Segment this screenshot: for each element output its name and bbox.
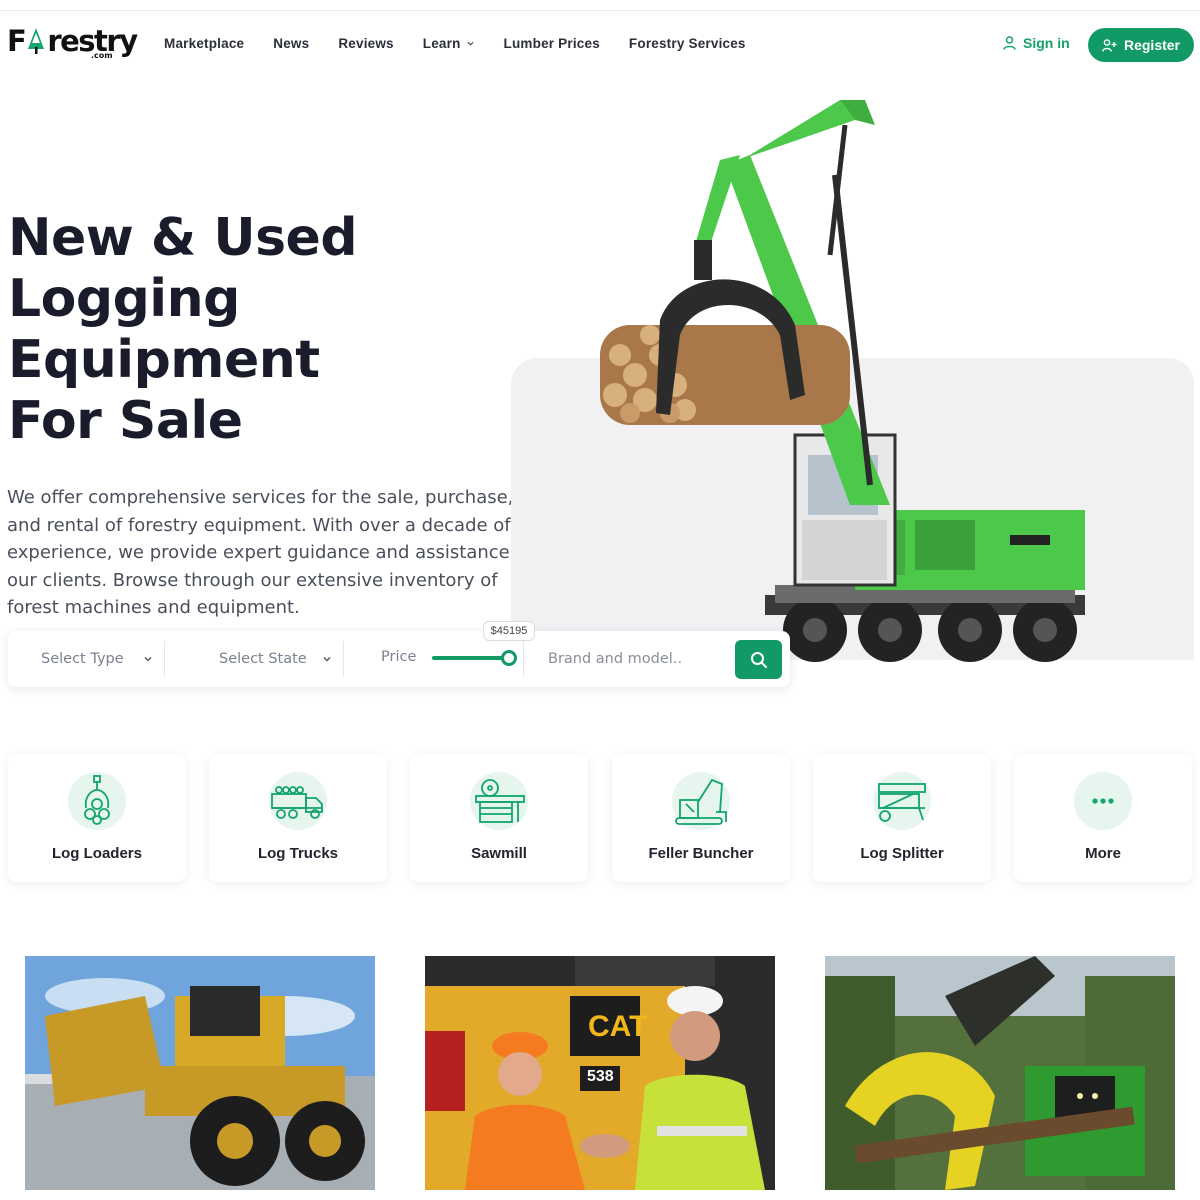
nav-learn[interactable]: Learn (423, 36, 475, 51)
category-label: Log Trucks (257, 845, 339, 862)
forestry-logo[interactable]: F restry .com (7, 24, 138, 64)
register-button[interactable]: Register (1088, 28, 1194, 62)
logo-letter-f: F (7, 24, 27, 58)
tree-logo-icon (28, 28, 45, 54)
add-user-icon (1102, 38, 1117, 52)
cat-logo-text: CAT (588, 1010, 648, 1043)
logo-domain-suffix: .com (91, 51, 113, 60)
brand-model-input[interactable] (548, 643, 728, 675)
category-label: More (1085, 845, 1121, 862)
search-button[interactable] (735, 640, 782, 679)
search-divider (164, 641, 165, 677)
hero-title: New & Used Logging Equipment For Sale (8, 208, 358, 451)
nav-marketplace[interactable]: Marketplace (164, 36, 244, 51)
category-label: Log Splitter (860, 845, 944, 862)
forest-harvester-photo[interactable] (825, 956, 1175, 1190)
log-loader-icon (84, 775, 110, 825)
search-divider (523, 641, 524, 677)
more-dots-icon (1092, 798, 1114, 804)
sign-in-label: Sign in (1023, 35, 1070, 51)
select-state-dropdown[interactable]: Select State (219, 631, 349, 687)
price-value-tooltip: $45195 (483, 621, 535, 641)
price-slider-handle[interactable] (501, 650, 517, 666)
chevron-down-icon (144, 657, 152, 662)
category-label: Sawmill (471, 845, 527, 862)
select-type-placeholder: Select Type (41, 651, 124, 667)
category-cards: Log Loaders Log Trucks Sawmill Feller Bu… (8, 754, 1194, 882)
material-handler-machine-image (600, 100, 1085, 662)
category-label: Log Loaders (51, 845, 142, 862)
skidder-photo[interactable] (25, 956, 375, 1190)
sawmill-icon (475, 779, 525, 823)
nav-learn-label: Learn (422, 36, 461, 51)
select-state-placeholder: Select State (219, 651, 307, 667)
category-log-loaders[interactable]: Log Loaders (8, 754, 186, 882)
chevron-down-icon (466, 41, 474, 46)
nav-news[interactable]: News (273, 36, 309, 51)
nav-forestry-services[interactable]: Forestry Services (629, 36, 746, 51)
search-icon (750, 651, 767, 668)
chevron-down-icon (323, 657, 331, 662)
log-truck-icon (271, 786, 323, 819)
cat-dealers-handshake-photo[interactable]: CAT 538 (425, 956, 775, 1190)
top-border (0, 10, 1200, 11)
register-label: Register (1123, 37, 1181, 53)
user-icon (1003, 36, 1016, 50)
cat-model-number: 538 (587, 1068, 614, 1085)
category-log-splitter[interactable]: Log Splitter (813, 754, 991, 882)
hero-description: We offer comprehensive services for the … (7, 487, 534, 618)
nav-lumber-prices[interactable]: Lumber Prices (504, 36, 600, 51)
category-more[interactable]: More (1014, 754, 1192, 882)
category-log-trucks[interactable]: Log Trucks (209, 754, 387, 882)
select-type-dropdown[interactable]: Select Type (41, 631, 171, 687)
category-label: Feller Buncher (648, 845, 754, 862)
category-feller-buncher[interactable]: Feller Buncher (612, 754, 790, 882)
price-slider-track[interactable] (432, 656, 508, 660)
price-label: Price (381, 649, 417, 665)
sign-in-link[interactable]: Sign in (1003, 35, 1070, 51)
main-nav: Marketplace News Reviews Learn Lumber Pr… (164, 36, 775, 51)
log-splitter-icon (878, 783, 926, 822)
search-divider (343, 641, 344, 677)
category-sawmill[interactable]: Sawmill (410, 754, 588, 882)
nav-reviews[interactable]: Reviews (338, 36, 393, 51)
equipment-search-bar: Select Type Select State Price $45195 (8, 621, 790, 687)
feller-buncher-icon (675, 778, 727, 825)
